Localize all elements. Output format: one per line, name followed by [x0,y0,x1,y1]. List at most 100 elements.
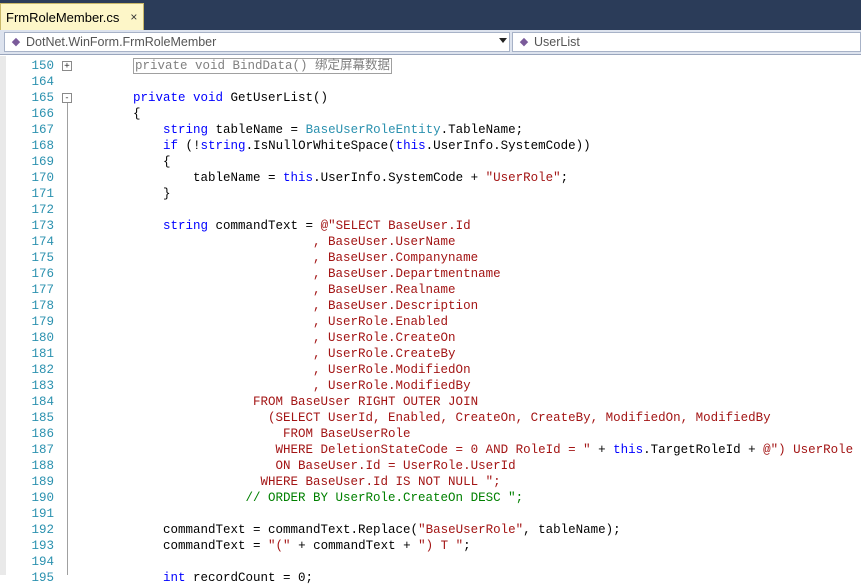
code-token: int [163,571,186,585]
code-line[interactable]: 185 (SELECT UserId, Enabled, CreateOn, C… [0,410,861,426]
code-line[interactable]: 168 if (!string.IsNullOrWhiteSpace(this.… [0,138,861,154]
code-token: this [395,139,426,153]
code-token: tableName = [73,171,284,185]
code-token: // ORDER BY UserRole.CreateOn DESC "; [73,491,524,505]
code-text: tableName = this.UserInfo.SystemCode + "… [73,170,568,186]
code-line[interactable]: 192 commandText = commandText.Replace("B… [0,522,861,538]
code-line[interactable]: 167 string tableName = BaseUserRoleEntit… [0,122,861,138]
code-token: @") UserRole [763,443,854,457]
code-line[interactable]: 174 , BaseUser.UserName [0,234,861,250]
code-token: { [73,155,171,169]
code-token: "(" [268,539,291,553]
code-line[interactable]: 176 , BaseUser.Departmentname [0,266,861,282]
line-number: 168 [31,139,54,153]
code-text: string tableName = BaseUserRoleEntity.Ta… [73,122,523,138]
code-line[interactable]: 184 FROM BaseUser RIGHT OUTER JOIN [0,394,861,410]
code-text: commandText = commandText.Replace("BaseU… [73,522,621,538]
code-line[interactable]: 190 // ORDER BY UserRole.CreateOn DESC "… [0,490,861,506]
code-line[interactable]: 164 [0,74,861,90]
code-editor[interactable]: 150 + private void BindData() 绑定屏幕数据 164 16… [0,56,861,585]
code-token: recordCount = 0; [185,571,314,585]
code-text: , BaseUser.Companyname [73,250,478,266]
code-token: (! [178,139,201,153]
line-number: 195 [31,571,54,585]
code-line[interactable]: 169 { [0,154,861,170]
code-token: .UserInfo.SystemCode + [313,171,486,185]
code-text: (SELECT UserId, Enabled, CreateOn, Creat… [73,410,771,426]
code-token: string [163,219,209,233]
code-line[interactable]: 171 } [0,186,861,202]
code-token: commandText = commandText.Replace( [73,523,419,537]
line-number: 188 [31,459,54,473]
code-text: , UserRole.CreateOn [73,330,456,346]
expand-icon[interactable]: + [62,61,72,71]
line-number: 170 [31,171,54,185]
type-dropdown[interactable]: ◆ DotNet.WinForm.FrmRoleMember [4,32,510,52]
code-line[interactable]: 195 int recordCount = 0; [0,570,861,586]
code-line[interactable]: 191 [0,506,861,522]
close-icon[interactable]: × [130,10,137,24]
class-icon: ◆ [11,36,21,48]
code-line[interactable]: 172 [0,202,861,218]
code-line[interactable]: 170 tableName = this.UserInfo.SystemCode… [0,170,861,186]
code-line[interactable]: 189 WHERE BaseUser.Id IS NOT NULL "; [0,474,861,490]
code-token: this [613,443,644,457]
code-line[interactable]: 181 , UserRole.CreateBy [0,346,861,362]
code-line[interactable]: 175 , BaseUser.Companyname [0,250,861,266]
code-token: .UserInfo.SystemCode)) [425,139,591,153]
code-token: BaseUserRoleEntity [305,123,441,137]
code-line[interactable]: 193 commandText = "(" + commandText + ")… [0,538,861,554]
code-line[interactable]: 187 WHERE DeletionStateCode = 0 AND Role… [0,442,861,458]
member-dropdown[interactable]: ◆ UserList [512,32,861,52]
code-line[interactable]: 194 [0,554,861,570]
collapse-icon[interactable]: - [62,93,72,103]
line-number: 150 [31,59,54,73]
code-token: , BaseUser.Description [73,299,479,313]
line-number: 182 [31,363,54,377]
code-line[interactable]: 188 ON BaseUser.Id = UserRole.UserId [0,458,861,474]
code-line[interactable]: 178 , BaseUser.Description [0,298,861,314]
code-token: ; [560,171,569,185]
line-number: 186 [31,427,54,441]
code-token: ; [463,539,471,553]
code-line[interactable]: 182 , UserRole.ModifiedOn [0,362,861,378]
code-line[interactable]: 177 , BaseUser.Realname [0,282,861,298]
code-token: , UserRole.ModifiedOn [73,363,471,377]
code-token: , tableName); [523,523,621,537]
document-tab[interactable]: FrmRoleMember.cs × [0,3,145,30]
type-dropdown-value: DotNet.WinForm.FrmRoleMember [26,35,217,49]
code-line[interactable]: 180 , UserRole.CreateOn [0,330,861,346]
collapsed-region[interactable]: private void BindData() 绑定屏幕数据 [133,58,393,74]
line-number: 165 [31,91,54,105]
line-number: 178 [31,299,54,313]
code-line[interactable]: 179 , UserRole.Enabled [0,314,861,330]
code-line[interactable]: 183 , UserRole.ModifiedBy [0,378,861,394]
line-number: 177 [31,283,54,297]
code-line[interactable]: 150 + private void BindData() 绑定屏幕数据 [0,58,861,74]
chevron-down-icon[interactable] [499,38,507,43]
code-token: .TargetRoleId + [643,443,764,457]
code-line[interactable]: 166 { [0,106,861,122]
code-text: ON BaseUser.Id = UserRole.UserId [73,458,516,474]
code-token: FROM BaseUser RIGHT OUTER JOIN [73,395,479,409]
member-dropdown-value: UserList [534,35,580,49]
code-line[interactable]: 165- private void GetUserList() [0,90,861,106]
code-text: FROM BaseUser RIGHT OUTER JOIN [73,394,478,410]
code-token: , BaseUser.Departmentname [73,267,501,281]
code-token: commandText = [73,539,269,553]
code-text: , UserRole.ModifiedBy [73,378,471,394]
code-token: { [73,107,141,121]
line-number: 166 [31,107,54,121]
code-text: , BaseUser.Departmentname [73,266,501,282]
line-number: 190 [31,491,54,505]
line-number: 174 [31,235,54,249]
code-token: , UserRole.Enabled [73,315,449,329]
code-line[interactable]: 186 FROM BaseUserRole [0,426,861,442]
code-line[interactable]: 173 string commandText = @"SELECT BaseUs… [0,218,861,234]
code-text: FROM BaseUserRole [73,426,411,442]
